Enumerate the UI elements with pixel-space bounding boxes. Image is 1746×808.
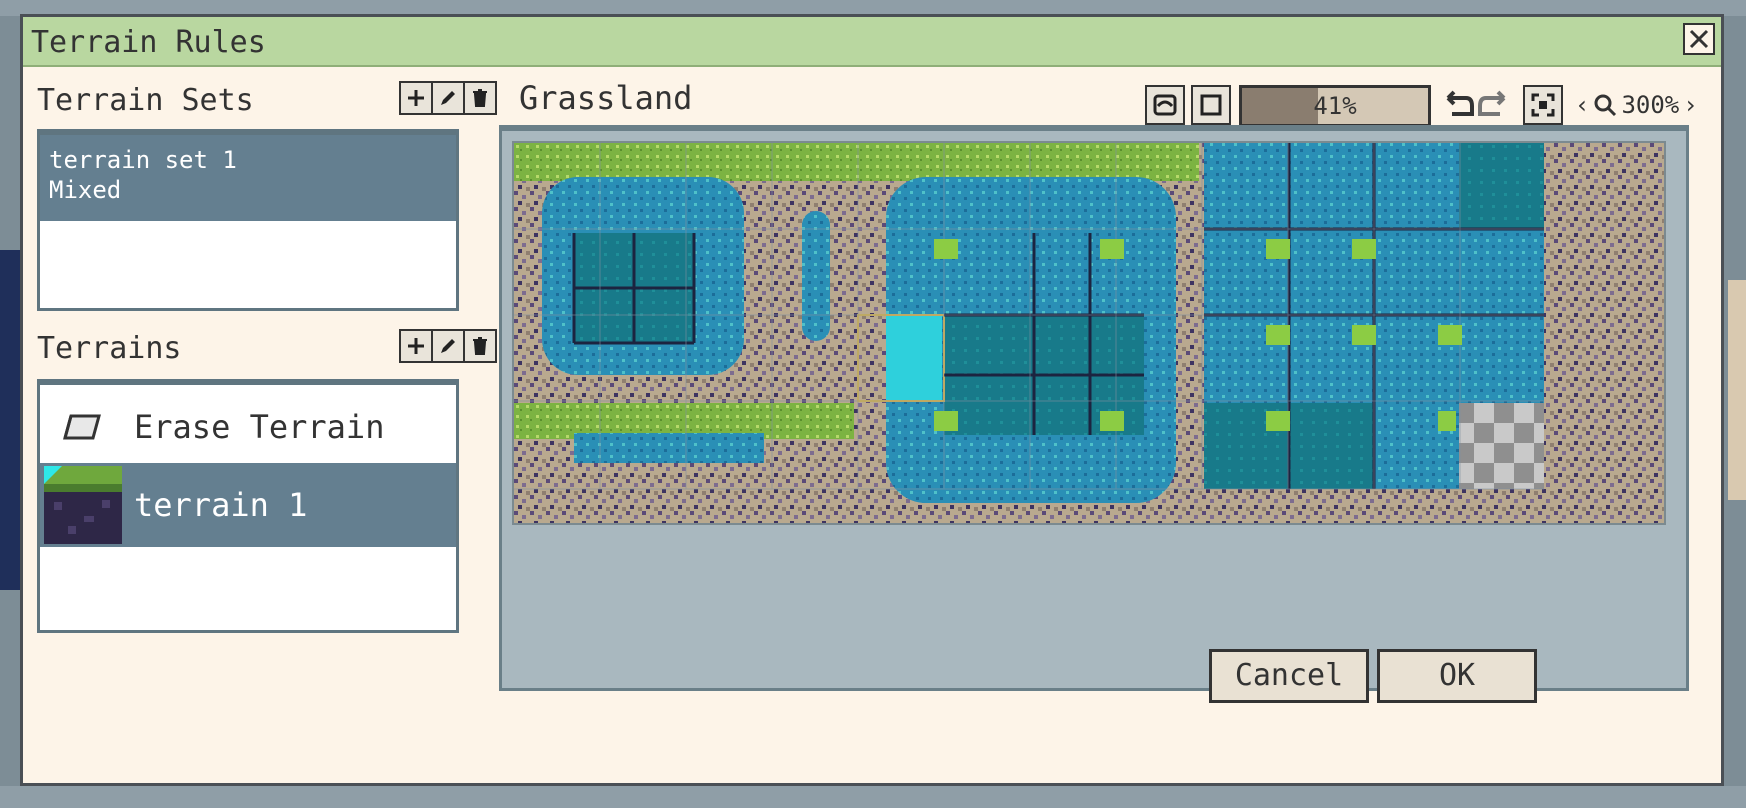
tileset-name: Grassland [519,79,693,117]
tileset-canvas-panel[interactable] [499,125,1689,691]
edit-terrain-set-button[interactable] [431,81,465,115]
undo-icon [1446,90,1474,116]
terrain-set-item[interactable]: terrain set 1 Mixed [40,135,456,221]
pencil-icon [441,339,455,353]
close-icon [1689,29,1709,49]
show-grid-button[interactable] [1191,85,1231,125]
close-button[interactable] [1683,23,1715,55]
terrain-item-erase[interactable]: Erase Terrain [40,385,456,469]
terrain-set-mode: Mixed [49,176,122,204]
terrain-set-name: terrain set 1 [49,146,237,174]
opacity-slider[interactable]: 41% [1239,85,1431,127]
eye-icon [1153,94,1177,116]
trash-icon [473,337,487,355]
fit-view-button[interactable] [1523,85,1563,125]
pencil-icon [441,91,455,105]
terrain-sets-list[interactable]: terrain set 1 Mixed [37,129,459,311]
ok-button[interactable]: OK [1377,649,1537,703]
plus-icon [408,338,424,354]
plus-icon [408,90,424,106]
edit-terrain-button[interactable] [431,329,465,363]
delete-terrain-button[interactable] [463,329,497,363]
magnifier-icon [1594,94,1617,117]
delete-terrain-set-button[interactable] [463,81,497,115]
zoom-in-icon[interactable]: › [1683,91,1697,119]
add-terrain-set-button[interactable] [399,81,433,115]
tileset-atlas[interactable] [512,141,1666,525]
terrain-item-label: Erase Terrain [134,408,385,446]
background-app-fragment-right [1728,280,1746,500]
fit-screen-icon [1531,93,1555,117]
terrain-tile-icon [44,466,122,544]
dialog-titlebar[interactable]: Terrain Rules [23,17,1721,67]
terrains-toolbar [399,329,497,363]
add-terrain-button[interactable] [399,329,433,363]
redo-icon [1478,90,1506,116]
redo-button[interactable] [1473,85,1513,125]
background-app-bottom [0,786,1746,808]
background-app-fragment [0,250,20,590]
terrain-item-label: terrain 1 [134,486,308,524]
highlight-tiles-button[interactable] [1145,85,1185,125]
terrains-label: Terrains [37,331,182,366]
terrain-rules-dialog: Terrain Rules Terrain Sets terrain set 1… [20,14,1724,786]
opacity-value: 41% [1313,92,1357,120]
tileset-image[interactable] [514,143,1664,523]
terrains-list[interactable]: Erase Terrain terrain 1 [37,379,459,633]
terrain-sets-label: Terrain Sets [37,83,254,118]
dialog-title: Terrain Rules [31,25,266,60]
square-icon [1200,94,1222,116]
trash-icon [473,89,487,107]
terrain-sets-toolbar [399,81,497,115]
terrain-item-1[interactable]: terrain 1 [40,463,456,547]
eraser-icon [63,414,101,440]
zoom-control: ‹ 300% › [1575,91,1698,119]
cancel-button[interactable]: Cancel [1209,649,1369,703]
zoom-out-icon[interactable]: ‹ [1575,91,1589,119]
zoom-level: 300% [1621,91,1680,119]
